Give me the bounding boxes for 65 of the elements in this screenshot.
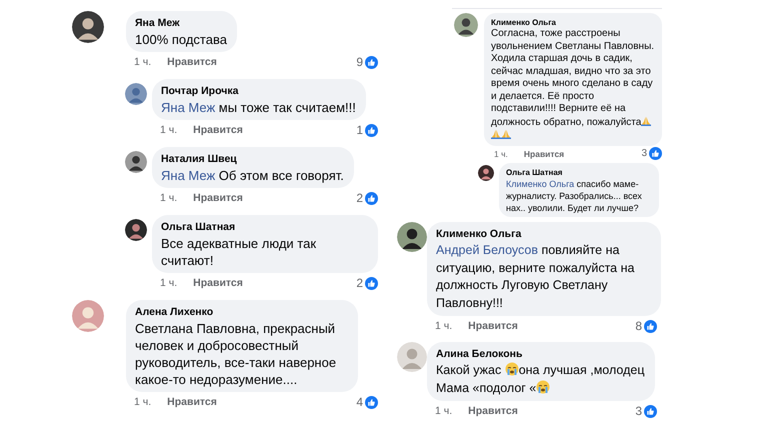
like-icon bbox=[365, 192, 378, 204]
mention-link[interactable]: Андрей Белоусов bbox=[436, 243, 538, 257]
comment-text: Все адекватные люди так считают! bbox=[161, 235, 318, 269]
author-name[interactable]: Алена Лихенко bbox=[135, 305, 348, 320]
like-link[interactable]: Нравится bbox=[193, 192, 243, 204]
like-link[interactable]: Нравится bbox=[468, 405, 518, 417]
mention-link[interactable]: Яна Меж bbox=[161, 168, 216, 183]
comment-time: 1 ч. bbox=[160, 277, 178, 289]
avatar-icon bbox=[397, 222, 427, 252]
like-icon bbox=[644, 404, 657, 418]
author-name[interactable]: Клименко Ольга bbox=[491, 17, 656, 28]
comment-time: 1 ч. bbox=[494, 148, 508, 158]
like-count: 8 bbox=[635, 319, 642, 333]
comment-time: 1 ч. bbox=[160, 124, 178, 136]
crying-face-icon bbox=[536, 380, 550, 394]
comment-time: 1 ч. bbox=[160, 192, 178, 204]
like-count: 2 bbox=[356, 191, 363, 205]
comment-time: 1 ч. bbox=[134, 396, 152, 408]
comment-time: 1 ч. bbox=[134, 56, 152, 68]
mention-link[interactable]: Яна Меж bbox=[161, 100, 216, 115]
like-count: 3 bbox=[635, 404, 642, 418]
avatar-icon bbox=[454, 13, 478, 37]
comment-time: 1 ч. bbox=[435, 405, 452, 417]
like-link[interactable]: Нравится bbox=[468, 320, 518, 332]
comment-text: Клименко Ольга спасибо маме-журналисту. Разобрались... всех нах.. уволили. Будет ли лучше? bbox=[506, 178, 643, 214]
like-icon bbox=[365, 396, 378, 408]
crying-face-icon bbox=[504, 362, 519, 376]
like-count: 4 bbox=[356, 395, 363, 409]
author-name[interactable]: Почтар Ирочка bbox=[161, 84, 356, 99]
comment-text: Яна Меж мы тоже так считаем!!! bbox=[161, 99, 356, 116]
avatar-icon bbox=[72, 11, 104, 43]
author-name[interactable]: Алина Белоконь bbox=[436, 347, 645, 362]
comment-text: Яна Меж Об этом все говорят. bbox=[161, 167, 344, 184]
comment-text: Какой ужас она лучшая ,молодец Мама «подолог « bbox=[436, 362, 645, 396]
avatar-icon bbox=[72, 300, 104, 332]
avatar-icon bbox=[478, 164, 494, 180]
like-link[interactable]: Нравится bbox=[167, 396, 217, 408]
like-icon bbox=[365, 124, 378, 136]
like-icon bbox=[365, 56, 378, 68]
like-link[interactable]: Нравится bbox=[524, 148, 564, 158]
avatar-icon bbox=[125, 83, 147, 105]
comment-time: 1 ч. bbox=[435, 320, 452, 332]
avatar-icon bbox=[397, 342, 427, 372]
avatar-icon bbox=[125, 151, 147, 173]
like-icon bbox=[644, 320, 657, 332]
like-count: 3 bbox=[641, 148, 647, 159]
comment-text: 100% подстава bbox=[135, 31, 227, 48]
like-icon bbox=[365, 276, 378, 290]
avatar-icon bbox=[125, 219, 147, 241]
like-link[interactable]: Нравится bbox=[167, 56, 217, 68]
author-name[interactable]: Ольга Шатная bbox=[506, 166, 653, 178]
like-link[interactable]: Нравится bbox=[193, 277, 243, 289]
like-count: 2 bbox=[356, 276, 363, 290]
comment-text: Светлана Павловна, прекрасный человек и добросовестный руководитель, все-таки наверное какое-то недоразумение.... bbox=[135, 320, 338, 388]
like-icon bbox=[649, 147, 662, 160]
like-count: 9 bbox=[356, 55, 363, 69]
like-count: 1 bbox=[356, 123, 363, 137]
author-name[interactable]: Наталия Швец bbox=[161, 152, 344, 167]
author-name[interactable]: Ольга Шатная bbox=[161, 220, 368, 235]
author-name[interactable]: Клименко Ольга bbox=[436, 227, 651, 242]
comment-text: Андрей Белоусов повлияйте на ситуацию, верните пожалуйста на должность Луговую Светлану Павловну!!! bbox=[436, 242, 636, 312]
author-name[interactable]: Яна Меж bbox=[135, 16, 227, 31]
comment-text: Согласна, тоже расстроены увольнением Светланы Павловны. Ходила старшая дочь в садик, сейчас младшая, видно что за это время очень много сделано в саду и делается. Её просто подставили!!!! Верните её на должность обратно, пожалуйста bbox=[491, 28, 656, 142]
like-link[interactable]: Нравится bbox=[193, 124, 243, 136]
mention-link[interactable]: Клименко Ольга bbox=[506, 178, 574, 188]
